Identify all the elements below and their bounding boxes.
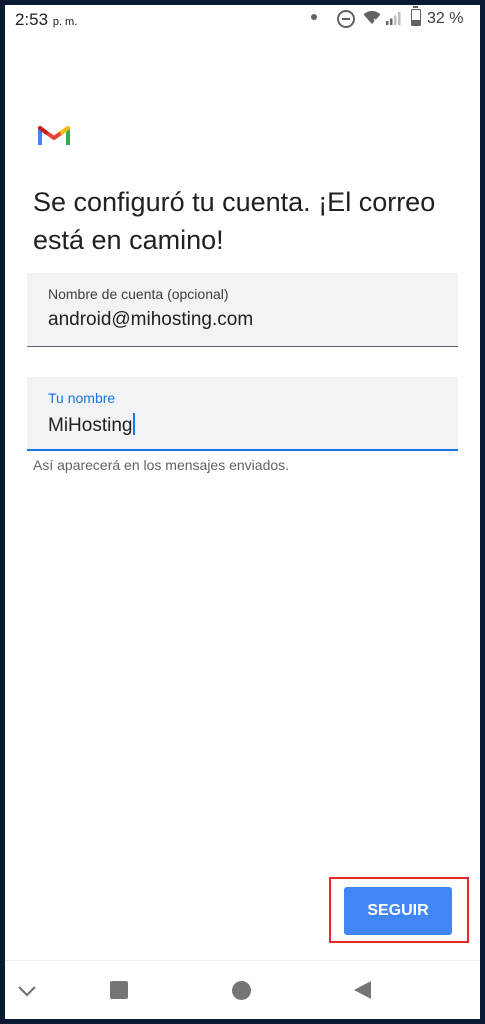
- signal-icon: [386, 12, 401, 25]
- account-name-value[interactable]: android@mihosting.com: [48, 309, 253, 331]
- nav-home-icon[interactable]: [232, 981, 251, 1000]
- status-bar: 2:53 p. m. 32 %: [5, 5, 480, 35]
- notification-dot-icon: [311, 14, 317, 20]
- navigation-bar: [5, 960, 480, 1019]
- nav-recents-icon[interactable]: [110, 981, 128, 999]
- page-title: Se configuró tu cuenta. ¡El correo está …: [33, 187, 436, 255]
- account-name-label: Nombre de cuenta (opcional): [48, 286, 229, 302]
- battery-percentage: 32 %: [427, 10, 464, 27]
- gmail-logo: [38, 126, 70, 145]
- your-name-value: MiHosting: [48, 415, 133, 436]
- nav-back-icon[interactable]: [352, 980, 372, 1000]
- dnd-icon: [337, 10, 355, 28]
- your-name-input[interactable]: MiHosting: [48, 413, 136, 437]
- status-time-value: 2:53: [15, 10, 49, 29]
- status-time-ampm: p. m.: [52, 16, 78, 28]
- your-name-label: Tu nombre: [48, 390, 116, 406]
- helper-text: Así aparecerá en los mensajes enviados.: [33, 457, 290, 473]
- nav-down-icon[interactable]: [17, 985, 37, 997]
- text-cursor: [133, 413, 136, 435]
- account-name-field[interactable]: Nombre de cuenta (opcional) android@miho…: [27, 273, 458, 347]
- battery-icon: [411, 6, 421, 26]
- screen: 2:53 p. m. 32 % Se configuró tu cuenta. …: [5, 5, 480, 1019]
- your-name-field[interactable]: Tu nombre MiHosting: [27, 377, 458, 451]
- seguir-button[interactable]: SEGUIR: [344, 887, 452, 935]
- wifi-icon: [363, 11, 381, 24]
- status-time: 2:53 p. m.: [15, 10, 77, 30]
